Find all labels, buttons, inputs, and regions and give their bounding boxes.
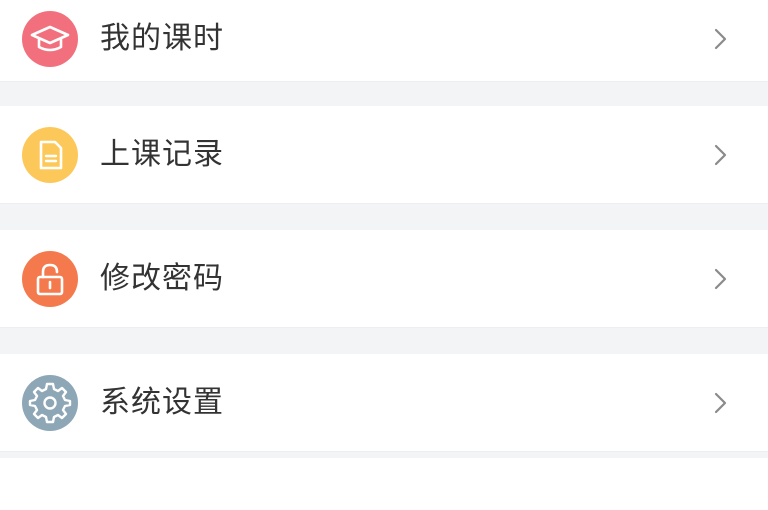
chevron-right-icon (708, 24, 732, 54)
menu-item-label: 上课记录 (100, 136, 224, 172)
menu-item-label: 系统设置 (100, 384, 224, 420)
menu-item-label: 我的课时 (100, 20, 224, 56)
menu-item-my-hours[interactable]: 我的课时 (0, 0, 768, 82)
menu-item-label: 修改密码 (100, 260, 224, 296)
chevron-right-icon (708, 264, 732, 294)
graduation-cap-icon (22, 10, 78, 67)
menu-item-change-password[interactable]: 修改密码 (0, 230, 768, 328)
chevron-right-icon (708, 388, 732, 418)
blank-footer-area (0, 458, 768, 510)
document-icon (22, 126, 78, 183)
gear-icon (22, 374, 78, 431)
chevron-right-icon (708, 140, 732, 170)
menu-item-class-records[interactable]: 上课记录 (0, 106, 768, 204)
menu-item-system-settings[interactable]: 系统设置 (0, 354, 768, 452)
lock-icon (22, 250, 78, 307)
